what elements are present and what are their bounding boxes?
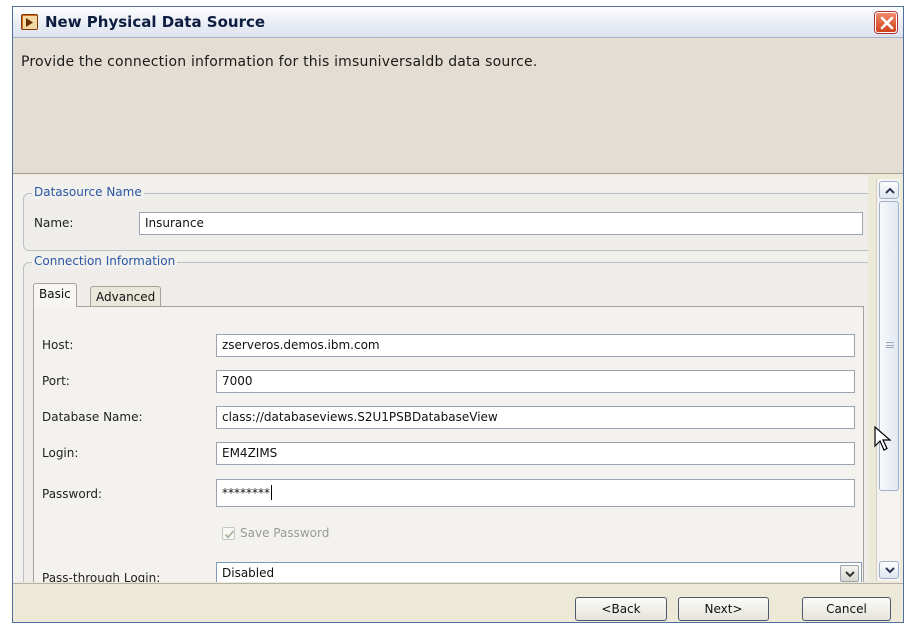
scroll-grip-icon xyxy=(886,342,894,348)
dialog-window: New Physical Data Source Provide the con… xyxy=(12,6,904,623)
tab-basic[interactable]: Basic xyxy=(33,283,77,307)
close-icon xyxy=(880,16,894,30)
save-password-label: Save Password xyxy=(240,526,330,540)
save-password-checkbox[interactable] xyxy=(222,527,235,540)
name-input[interactable]: Insurance xyxy=(139,212,863,235)
scroll-up-button[interactable] xyxy=(879,181,899,199)
title-bar: New Physical Data Source xyxy=(13,7,903,38)
host-label: Host: xyxy=(42,338,74,352)
wizard-app-icon xyxy=(21,14,38,30)
name-label: Name: xyxy=(34,216,74,230)
port-input[interactable]: 7000 xyxy=(216,370,855,393)
tab-advanced[interactable]: Advanced xyxy=(90,286,162,308)
next-button[interactable]: Next> xyxy=(678,597,769,621)
port-label: Port: xyxy=(42,374,70,388)
text-caret xyxy=(271,485,272,500)
vertical-scrollbar[interactable] xyxy=(876,179,900,581)
description-panel: Provide the connection information for t… xyxy=(13,38,903,174)
passthrough-login-value: Disabled xyxy=(222,566,275,580)
back-button[interactable]: <Back xyxy=(575,597,667,621)
password-input[interactable]: ******** xyxy=(216,479,855,507)
database-name-input[interactable]: class://databaseviews.S2U1PSBDatabaseVie… xyxy=(216,406,855,429)
database-name-label: Database Name: xyxy=(42,410,143,424)
passthrough-login-select[interactable]: Disabled xyxy=(216,562,862,582)
scroll-down-button[interactable] xyxy=(879,561,899,579)
host-input[interactable]: zserveros.demos.ibm.com xyxy=(216,334,855,357)
form-content: Datasource Name Name: Insurance Connecti… xyxy=(13,175,868,582)
button-bar: <Back Next> Cancel xyxy=(13,583,903,622)
login-input[interactable]: EM4ZIMS xyxy=(216,442,855,465)
password-mask: ******** xyxy=(222,486,270,500)
checkmark-icon xyxy=(224,530,235,539)
chevron-down-icon xyxy=(885,567,895,574)
passthrough-login-label: Pass-through Login: xyxy=(42,571,161,582)
dropdown-button[interactable] xyxy=(840,565,859,582)
chevron-down-icon xyxy=(845,571,855,578)
window-title: New Physical Data Source xyxy=(45,13,266,31)
connection-information-legend: Connection Information xyxy=(32,254,178,268)
cancel-button[interactable]: Cancel xyxy=(802,597,891,621)
chevron-up-icon xyxy=(885,187,895,194)
datasource-name-group: Datasource Name Name: Insurance xyxy=(23,185,868,251)
login-label: Login: xyxy=(42,446,79,460)
basic-tab-panel: Host: zserveros.demos.ibm.com Port: 7000… xyxy=(33,306,864,582)
mouse-pointer-icon xyxy=(874,426,892,451)
password-label: Password: xyxy=(42,487,103,501)
close-button[interactable] xyxy=(875,12,897,33)
datasource-name-legend: Datasource Name xyxy=(32,185,144,199)
description-text: Provide the connection information for t… xyxy=(21,54,538,70)
